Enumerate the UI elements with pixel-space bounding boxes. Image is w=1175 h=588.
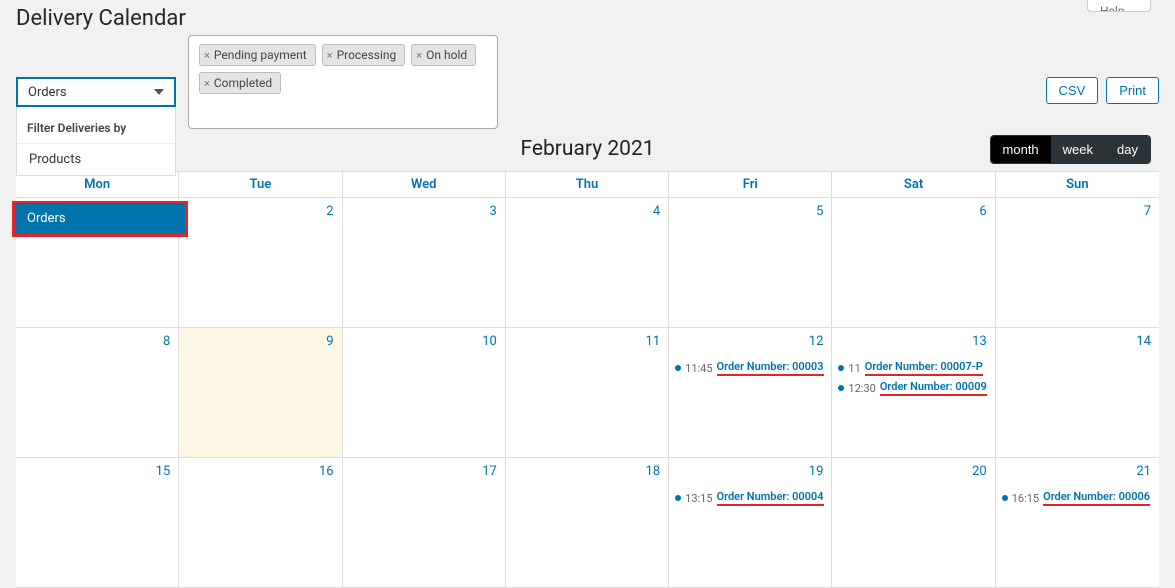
day-number: 2 bbox=[326, 204, 333, 219]
day-number: 19 bbox=[809, 464, 824, 479]
dayname: Sat bbox=[832, 172, 995, 198]
day-number: 3 bbox=[490, 204, 497, 219]
filter-dropdown: Orders Filter Deliveries by Products Ord… bbox=[16, 35, 176, 107]
help-tab[interactable]: Help bbox=[1087, 0, 1151, 12]
day-number: 5 bbox=[816, 204, 823, 219]
status-tag-pending: × Pending payment bbox=[199, 44, 316, 66]
view-month-button[interactable]: month bbox=[991, 136, 1051, 163]
calendar-event[interactable]: 11 Order Number: 00007-P bbox=[838, 358, 988, 378]
calendar-cell[interactable]: 10 bbox=[343, 328, 506, 458]
day-number: 8 bbox=[163, 334, 170, 349]
event-time: 13:15 bbox=[685, 492, 712, 505]
calendar-title: February 2021 bbox=[520, 137, 654, 161]
calendar-event[interactable]: 11:45 Order Number: 00003 bbox=[675, 358, 825, 378]
filter-option-orders[interactable]: Orders bbox=[15, 203, 185, 234]
event-title: Order Number: 00007-P bbox=[865, 360, 983, 376]
filter-option-orders-highlight: Orders bbox=[12, 201, 188, 237]
day-number: 17 bbox=[482, 464, 497, 479]
calendar-cell[interactable]: 4 bbox=[506, 198, 669, 328]
day-number: 9 bbox=[326, 334, 333, 349]
event-time: 11:45 bbox=[685, 362, 712, 375]
status-filter-box[interactable]: × Pending payment × Processing × On hold… bbox=[188, 35, 498, 129]
close-icon[interactable]: × bbox=[416, 49, 422, 62]
day-number: 6 bbox=[979, 204, 986, 219]
view-day-button[interactable]: day bbox=[1105, 136, 1150, 163]
dayname: Tue bbox=[179, 172, 342, 198]
csv-button[interactable]: CSV bbox=[1046, 77, 1099, 104]
calendar-cell[interactable]: 14 bbox=[996, 328, 1159, 458]
calendar-cell[interactable]: 3 bbox=[343, 198, 506, 328]
status-tag-completed: × Completed bbox=[199, 72, 281, 94]
event-time: 16:15 bbox=[1012, 492, 1039, 505]
calendar-cell[interactable]: 12 11:45 Order Number: 00003 bbox=[669, 328, 832, 458]
event-title: Order Number: 00004 bbox=[717, 490, 824, 506]
calendar-cell[interactable]: 9 bbox=[179, 328, 342, 458]
day-number: 7 bbox=[1144, 204, 1151, 219]
event-time: 11 bbox=[848, 362, 860, 375]
day-number: 15 bbox=[156, 464, 171, 479]
page-title: Delivery Calendar bbox=[16, 6, 186, 31]
calendar-event[interactable]: 12:30 Order Number: 00009 bbox=[838, 378, 988, 398]
calendar-cell[interactable]: 11 bbox=[506, 328, 669, 458]
day-number: 14 bbox=[1136, 334, 1151, 349]
event-dot-icon bbox=[838, 385, 844, 391]
calendar-cell[interactable]: 5 bbox=[669, 198, 832, 328]
day-number: 10 bbox=[482, 334, 497, 349]
close-icon[interactable]: × bbox=[204, 49, 210, 62]
filter-dropdown-trigger[interactable]: Orders bbox=[16, 77, 176, 107]
calendar-event[interactable]: 16:15 Order Number: 00006 bbox=[1002, 488, 1153, 508]
calendar-cell[interactable]: 21 16:15 Order Number: 00006 bbox=[996, 458, 1159, 588]
event-title: Order Number: 00003 bbox=[717, 360, 824, 376]
dayname: Sun bbox=[996, 172, 1159, 198]
chevron-down-icon bbox=[154, 89, 164, 95]
day-number: 18 bbox=[646, 464, 661, 479]
day-number: 11 bbox=[646, 334, 661, 349]
event-dot-icon bbox=[675, 365, 681, 371]
calendar-cell[interactable]: 17 bbox=[343, 458, 506, 588]
dayname: Fri bbox=[669, 172, 832, 198]
day-number: 21 bbox=[1136, 464, 1151, 479]
calendar-cell[interactable]: 6 bbox=[832, 198, 995, 328]
day-number: 12 bbox=[809, 334, 824, 349]
calendar-cell[interactable]: 2 bbox=[179, 198, 342, 328]
filter-dropdown-header: Filter Deliveries by bbox=[17, 113, 175, 144]
close-icon[interactable]: × bbox=[204, 77, 210, 90]
event-title: Order Number: 00006 bbox=[1043, 490, 1150, 506]
dayname: Thu bbox=[506, 172, 669, 198]
calendar-cell[interactable]: 18 bbox=[506, 458, 669, 588]
status-tag-processing: × Processing bbox=[322, 44, 406, 66]
calendar-event[interactable]: 13:15 Order Number: 00004 bbox=[675, 488, 825, 508]
view-week-button[interactable]: week bbox=[1051, 136, 1105, 163]
day-number: 16 bbox=[319, 464, 334, 479]
view-switch: month week day bbox=[990, 135, 1151, 164]
filter-option-products[interactable]: Products bbox=[17, 144, 175, 175]
calendar-cell[interactable]: 16 bbox=[179, 458, 342, 588]
calendar-cell[interactable]: 7 bbox=[996, 198, 1159, 328]
event-dot-icon bbox=[675, 495, 681, 501]
calendar-cell[interactable]: 20 bbox=[832, 458, 995, 588]
filter-dropdown-menu: Filter Deliveries by Products bbox=[16, 107, 176, 176]
event-dot-icon bbox=[838, 365, 844, 371]
calendar-cell[interactable]: 8 bbox=[16, 328, 179, 458]
calendar-cell[interactable]: 19 13:15 Order Number: 00004 bbox=[669, 458, 832, 588]
event-dot-icon bbox=[1002, 495, 1008, 501]
print-button[interactable]: Print bbox=[1106, 77, 1159, 104]
status-tag-onhold: × On hold bbox=[411, 44, 476, 66]
filter-dropdown-value: Orders bbox=[28, 85, 67, 100]
close-icon[interactable]: × bbox=[327, 49, 333, 62]
dayname: Wed bbox=[343, 172, 506, 198]
calendar-cell[interactable]: 13 11 Order Number: 00007-P 12:30 Order Numb… bbox=[832, 328, 995, 458]
day-number: 4 bbox=[653, 204, 660, 219]
event-title: Order Number: 00009 bbox=[880, 380, 987, 396]
calendar-cell[interactable]: 15 bbox=[16, 458, 179, 588]
day-number: 13 bbox=[972, 334, 987, 349]
event-time: 12:30 bbox=[848, 382, 875, 395]
day-number: 20 bbox=[972, 464, 987, 479]
